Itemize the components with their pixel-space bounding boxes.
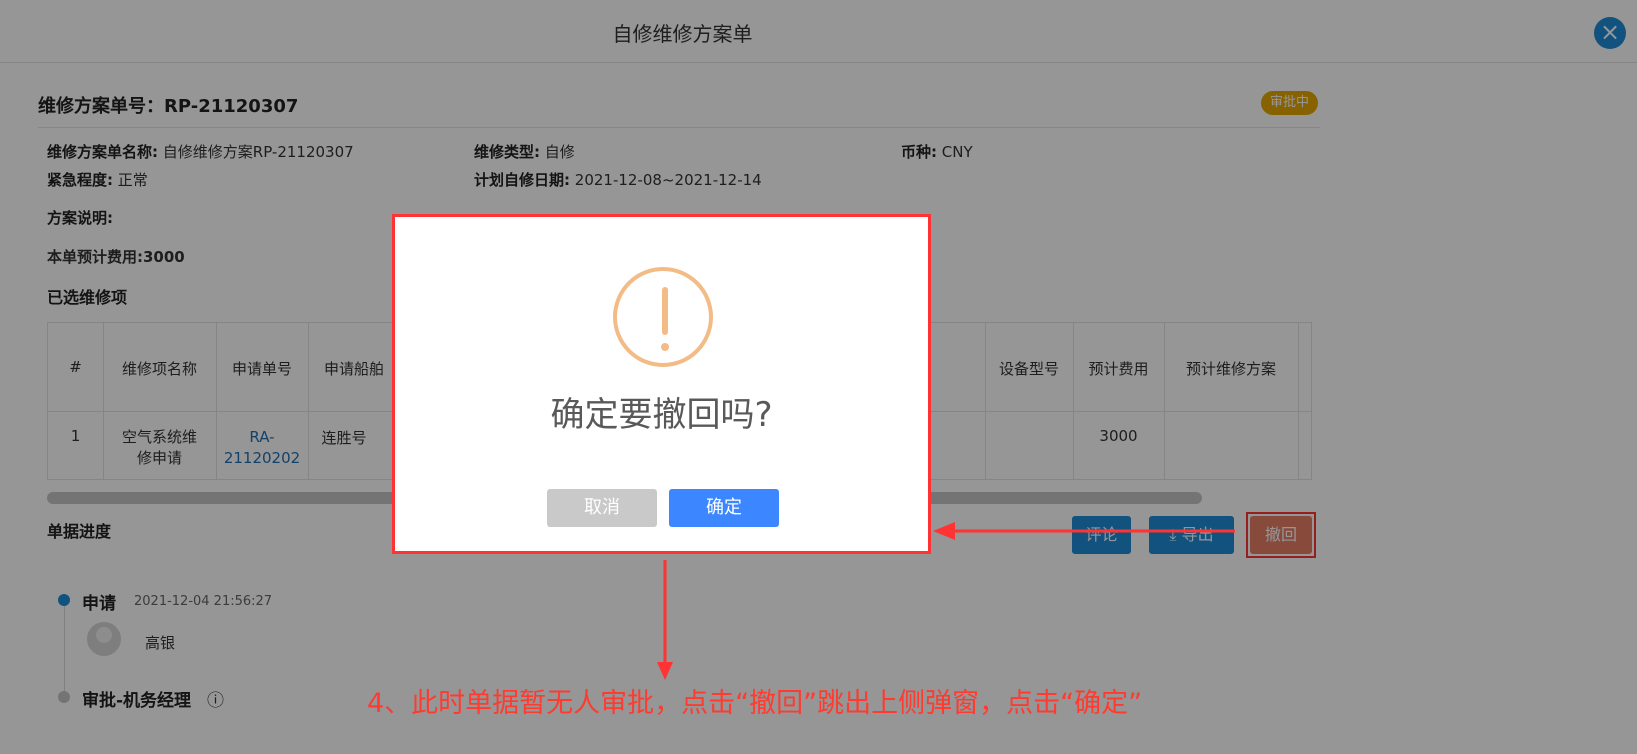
warning-icon-bar (662, 287, 668, 335)
dialog-message: 确定要撤回吗? (550, 395, 773, 435)
warning-icon (613, 267, 713, 367)
confirm-button[interactable]: 确定 (669, 489, 779, 527)
warning-icon-dot (661, 343, 669, 351)
withdraw-confirm-dialog: 确定要撤回吗? 取消 确定 (392, 214, 931, 554)
cancel-button[interactable]: 取消 (547, 489, 657, 527)
instruction-annotation: 4、此时单据暂无人审批，点击“撤回”跳出上侧弹窗，点击“确定” (367, 688, 1143, 719)
